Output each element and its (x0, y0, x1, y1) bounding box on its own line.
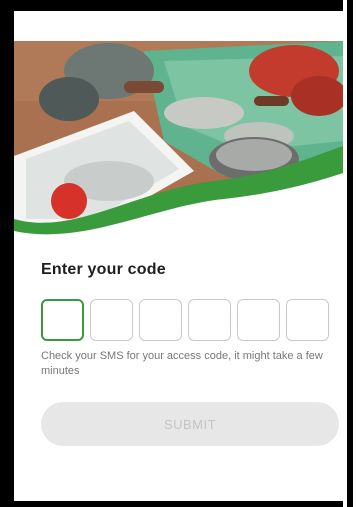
hero-photo-illustration (14, 41, 343, 246)
code-digit-1-input[interactable] (41, 299, 84, 341)
screen-edge (343, 0, 357, 507)
code-digit-2-input[interactable] (90, 299, 133, 341)
code-digit-5-input[interactable] (237, 299, 280, 341)
code-digit-3-input[interactable] (139, 299, 182, 341)
page-title: Enter your code (41, 261, 166, 278)
code-digit-4-input[interactable] (188, 299, 231, 341)
sms-hint-text: Check your SMS for your access code, it … (41, 350, 323, 377)
app-screen: Enter your code Check your SMS for your … (14, 11, 343, 501)
code-digit-6-input[interactable] (286, 299, 329, 341)
submit-button[interactable]: SUBMIT (41, 402, 339, 446)
code-input-group (41, 299, 329, 341)
status-bar-area (14, 11, 343, 41)
hero-image (14, 41, 343, 246)
